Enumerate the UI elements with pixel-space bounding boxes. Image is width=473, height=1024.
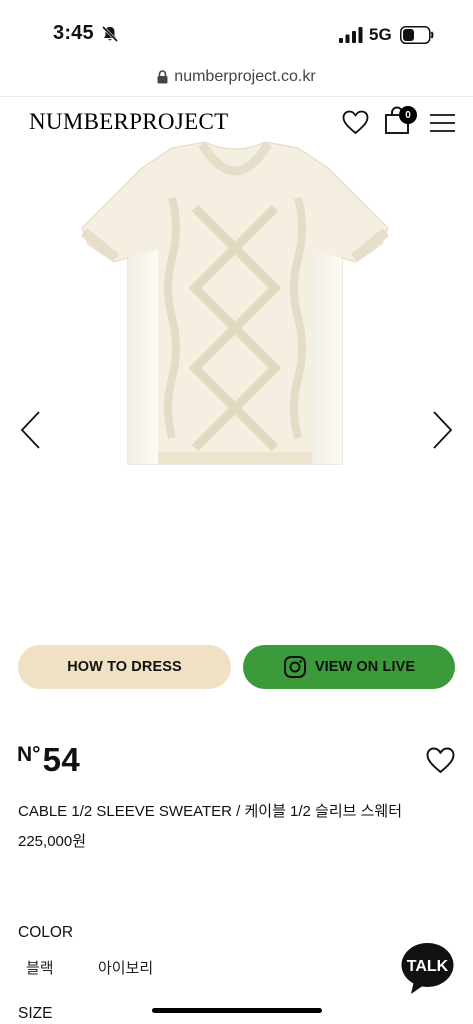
product-image xyxy=(80,141,390,465)
how-to-dress-label: HOW TO DRESS xyxy=(67,659,182,675)
network-type: 5G xyxy=(369,25,392,44)
status-time: 3:45 xyxy=(53,22,94,44)
color-option-ivory[interactable]: 아이보리 xyxy=(98,957,153,978)
previous-image-arrow-icon[interactable] xyxy=(19,410,43,450)
product-number: N° 54 xyxy=(17,741,80,779)
battery-icon xyxy=(400,26,434,44)
color-option-black[interactable]: 블랙 xyxy=(26,957,54,978)
how-to-dress-button[interactable]: HOW TO DRESS xyxy=(18,645,231,689)
view-on-live-button[interactable]: VIEW ON LIVE xyxy=(243,645,455,689)
kakao-talk-chat-button[interactable]: TALK xyxy=(400,941,455,996)
product-number-prefix: N° xyxy=(17,743,41,766)
instagram-icon xyxy=(283,656,306,678)
add-to-wishlist-heart-icon[interactable] xyxy=(426,747,455,774)
wishlist-heart-icon[interactable] xyxy=(342,110,369,135)
divider xyxy=(0,96,473,97)
bell-off-icon xyxy=(101,25,119,43)
color-option-label: COLOR xyxy=(18,924,74,941)
site-logo[interactable]: NUMBERPROJECT xyxy=(29,109,228,135)
view-on-live-label: VIEW ON LIVE xyxy=(314,659,416,675)
size-option-label: SIZE xyxy=(18,1005,53,1022)
hamburger-menu-icon[interactable] xyxy=(429,113,456,133)
home-indicator[interactable] xyxy=(152,1008,322,1013)
status-bar: 3:45 5G xyxy=(0,0,473,64)
product-name: CABLE 1/2 SLEEVE SWEATER / 케이블 1/2 슬리브 스… xyxy=(18,803,403,820)
product-number-value: 54 xyxy=(42,741,81,778)
url-text: numberproject.co.kr xyxy=(174,68,316,85)
cart-count-badge: 0 xyxy=(399,106,417,124)
product-price: 225,000원 xyxy=(18,833,87,850)
talk-label: TALK xyxy=(407,958,449,975)
signal-icon xyxy=(339,27,363,43)
product-image-gallery[interactable] xyxy=(0,138,473,608)
next-image-arrow-icon[interactable] xyxy=(430,410,454,450)
lock-icon xyxy=(157,70,168,84)
url-bar[interactable]: numberproject.co.kr xyxy=(0,68,473,94)
